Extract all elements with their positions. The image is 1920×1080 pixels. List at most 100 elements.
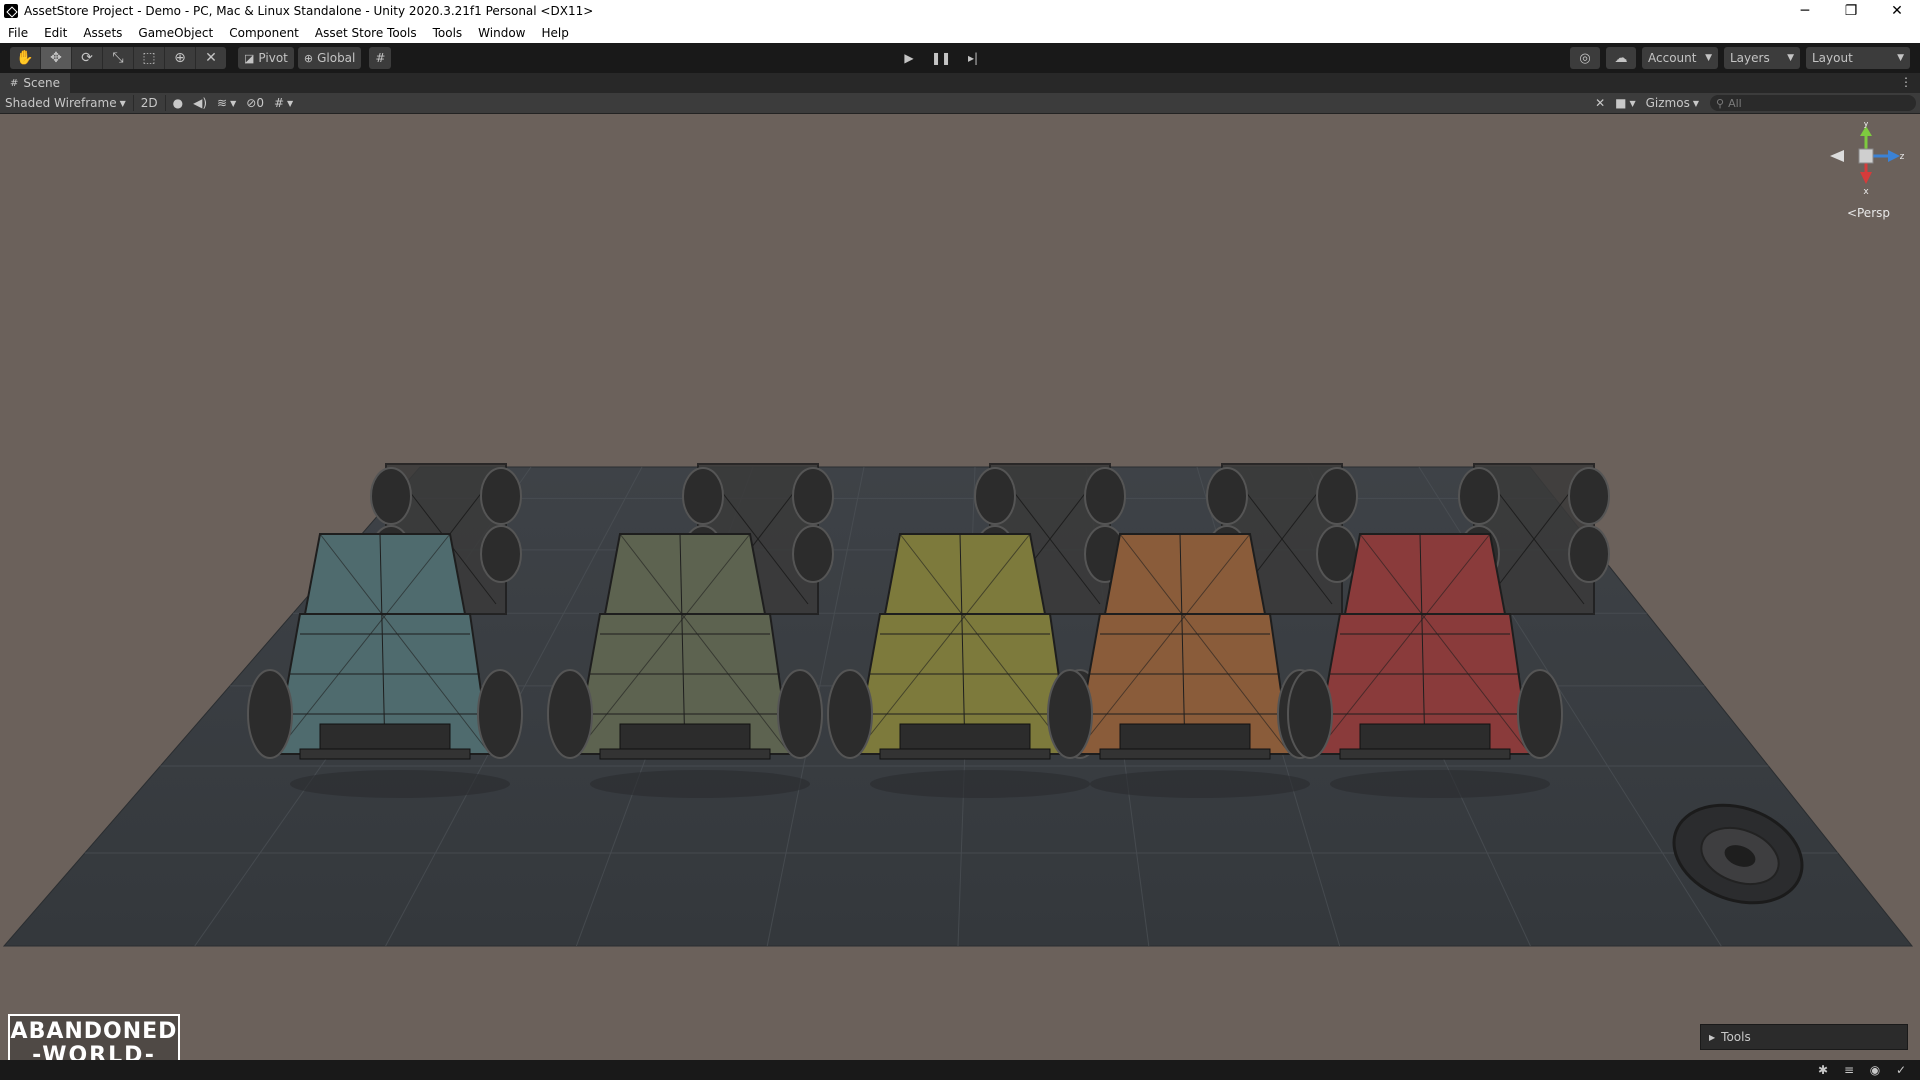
- tools-panel-label: Tools: [1721, 1030, 1751, 1044]
- separator: [132, 95, 134, 111]
- audio-toggle[interactable]: ◀): [188, 94, 212, 112]
- window-controls: ─ ❐ ✕: [1782, 0, 1920, 22]
- search-icon: ⚲: [1716, 96, 1725, 110]
- transform-tools: ✋ ✥ ⟳ ⤡ ⬚ ⊕ ✕: [10, 47, 226, 69]
- scene-search-input[interactable]: ⚲ All: [1710, 95, 1916, 111]
- effects-dropdown[interactable]: ≋ ▼: [212, 94, 241, 112]
- scene-render: [2, 463, 1914, 947]
- logo-line2: -WORLD-: [32, 1043, 156, 1061]
- chevron-right-icon: ▶: [1709, 1032, 1716, 1042]
- speaker-icon: ◀): [193, 96, 208, 110]
- title-bar: AssetStore Project - Demo - PC, Mac & Li…: [0, 0, 1920, 22]
- persp-icon: <: [1846, 206, 1857, 220]
- menu-component[interactable]: Component: [221, 26, 307, 40]
- scale-tool-button[interactable]: ⤡: [103, 47, 134, 69]
- global-toggle[interactable]: ⊕ Global: [297, 47, 362, 69]
- play-button[interactable]: ▶: [893, 47, 925, 69]
- menu-asset-store-tools[interactable]: Asset Store Tools: [307, 26, 425, 40]
- globe-icon: ⊕: [303, 51, 314, 65]
- chevron-down-icon: ▼: [119, 98, 126, 108]
- axis-y-label: y: [1863, 122, 1869, 129]
- transform-tool-button[interactable]: ⊕: [165, 47, 196, 69]
- account-dropdown[interactable]: Account ▼: [1642, 47, 1718, 69]
- hidden-count: 0: [256, 96, 264, 110]
- chevron-down-icon: ▼: [287, 98, 294, 108]
- camera-icon: ■: [1615, 96, 1627, 110]
- projection-toggle[interactable]: <Persp: [1847, 206, 1890, 220]
- lighting-toggle[interactable]: ●: [168, 94, 188, 112]
- toolbar-right: ◎ ☁ Account ▼ Layers ▼ Layout ▼: [1564, 47, 1910, 69]
- layout-dropdown[interactable]: Layout ▼: [1806, 47, 1910, 69]
- rotate-icon: ⟳: [81, 50, 93, 66]
- rotate-tool-button[interactable]: ⟳: [72, 47, 103, 69]
- chevron-down-icon: ▼: [1629, 98, 1636, 108]
- menu-tools[interactable]: Tools: [425, 26, 471, 40]
- shading-mode-label: Shaded Wireframe: [5, 96, 117, 110]
- window-title: AssetStore Project - Demo - PC, Mac & Li…: [24, 4, 594, 18]
- pivot-label: Pivot: [258, 51, 288, 65]
- grid-snap-icon: #: [375, 51, 386, 65]
- minimize-button[interactable]: ─: [1782, 0, 1828, 22]
- orientation-gizmo[interactable]: y z x: [1826, 122, 1906, 202]
- tools-icon: ✕: [1595, 96, 1606, 110]
- pause-button[interactable]: ❚❚: [925, 47, 957, 69]
- mode-2d-toggle[interactable]: 2D: [136, 94, 163, 112]
- chevron-down-icon: ▼: [1897, 53, 1904, 63]
- scene-tools-button[interactable]: ✕: [1590, 94, 1610, 112]
- cloud-button[interactable]: ☁: [1606, 47, 1636, 69]
- restore-button[interactable]: ❐: [1828, 0, 1874, 22]
- gizmos-dropdown[interactable]: Gizmos ▼: [1641, 94, 1704, 112]
- hidden-objects-toggle[interactable]: ⊘ 0: [241, 94, 269, 112]
- custom-tool-button[interactable]: ✕: [196, 47, 226, 69]
- scene-viewport[interactable]: y z x <Persp ▶ Tools ABANDONED -WORLD-: [0, 114, 1920, 1060]
- chevron-down-icon: ▼: [230, 98, 237, 108]
- tab-scene[interactable]: # Scene: [0, 73, 70, 93]
- rect-icon: ⬚: [142, 50, 156, 66]
- tab-options-icon[interactable]: ⋮: [1900, 75, 1912, 89]
- pause-icon: ❚❚: [930, 51, 952, 65]
- collab-button[interactable]: ◎: [1570, 47, 1600, 69]
- eye-slash-icon: ⊘: [246, 96, 257, 110]
- step-button[interactable]: ▸|: [957, 47, 989, 69]
- check-icon[interactable]: ✓: [1888, 1062, 1914, 1078]
- pivot-icon: ◪: [244, 51, 255, 65]
- menu-gameobject[interactable]: GameObject: [130, 26, 221, 40]
- grid-dropdown[interactable]: # ▼: [269, 94, 298, 112]
- menu-assets[interactable]: Assets: [75, 26, 130, 40]
- effects-icon: ≋: [217, 96, 228, 110]
- scene-tab-label: Scene: [23, 76, 60, 90]
- shading-mode-dropdown[interactable]: Shaded Wireframe ▼: [0, 94, 131, 112]
- grid-snap-button[interactable]: #: [369, 47, 392, 69]
- cache-icon[interactable]: ◉: [1862, 1062, 1888, 1078]
- logo-line1: ABANDONED: [10, 1019, 178, 1044]
- mode-2d-label: 2D: [140, 96, 158, 110]
- global-label: Global: [317, 51, 356, 65]
- hand-tool-button[interactable]: ✋: [10, 47, 41, 69]
- camera-dropdown[interactable]: ■ ▼: [1610, 94, 1641, 112]
- menu-window[interactable]: Window: [470, 26, 533, 40]
- gizmos-label: Gizmos: [1645, 96, 1690, 110]
- layers-label: Layers: [1730, 51, 1770, 65]
- menu-edit[interactable]: Edit: [36, 26, 75, 40]
- layers-dropdown[interactable]: Layers ▼: [1724, 47, 1800, 69]
- chevron-down-icon: ▼: [1692, 98, 1699, 108]
- pivot-toggle[interactable]: ◪ Pivot: [238, 47, 294, 69]
- step-icon: ▸|: [967, 51, 979, 65]
- menu-help[interactable]: Help: [534, 26, 577, 40]
- menu-file[interactable]: File: [0, 26, 36, 40]
- progress-icon[interactable]: ≡: [1836, 1062, 1862, 1078]
- account-label: Account: [1648, 51, 1697, 65]
- chevron-down-icon: ▼: [1705, 53, 1712, 63]
- layout-label: Layout: [1812, 51, 1853, 65]
- axis-z-label: z: [1900, 152, 1905, 162]
- main-toolbar: ✋ ✥ ⟳ ⤡ ⬚ ⊕ ✕ ◪ Pivot ⊕ Global # ▶ ❚❚ ▸|…: [0, 43, 1920, 73]
- scene-toolbar: Shaded Wireframe ▼ 2D ● ◀) ≋ ▼ ⊘ 0 # ▼ ✕…: [0, 93, 1920, 114]
- status-icons: ✱ ≡ ◉ ✓: [1810, 1062, 1914, 1078]
- move-tool-button[interactable]: ✥: [41, 47, 72, 69]
- cloud-icon: ☁: [1614, 50, 1628, 66]
- close-button[interactable]: ✕: [1874, 0, 1920, 22]
- collab-icon: ◎: [1579, 50, 1591, 66]
- rect-tool-button[interactable]: ⬚: [134, 47, 165, 69]
- bug-icon[interactable]: ✱: [1810, 1062, 1836, 1078]
- tools-overlay-panel[interactable]: ▶ Tools: [1700, 1024, 1908, 1050]
